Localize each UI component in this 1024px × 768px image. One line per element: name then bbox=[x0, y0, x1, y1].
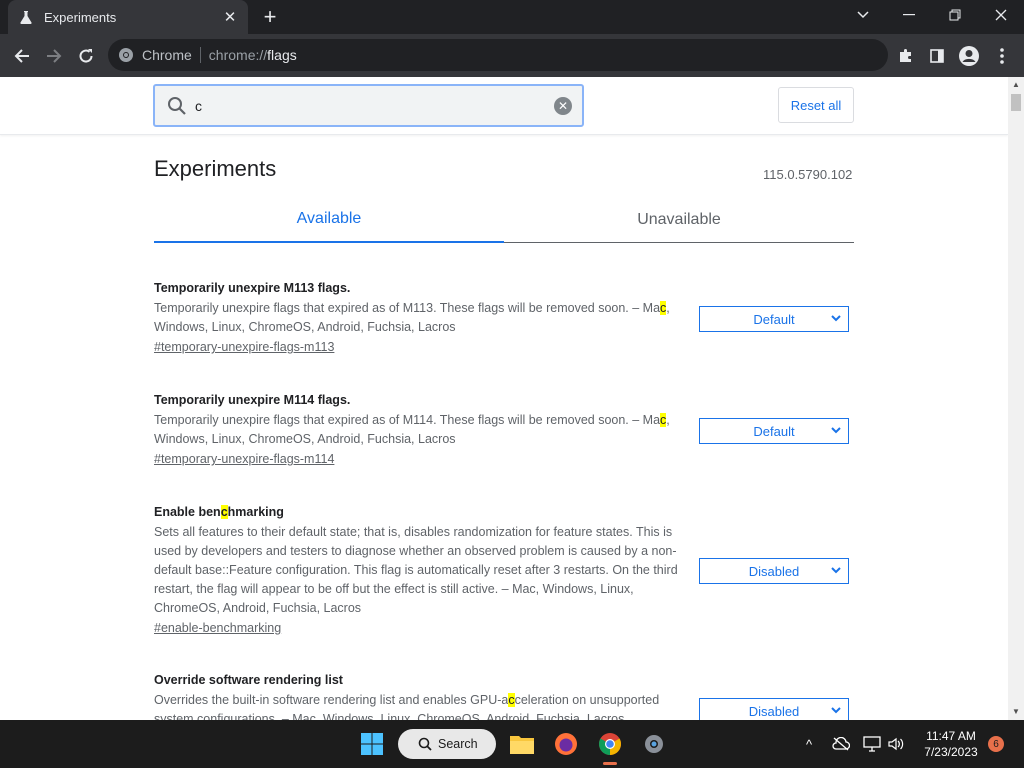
clear-search-icon[interactable]: ✕ bbox=[554, 96, 572, 115]
browser-tab[interactable]: Experiments ✕ bbox=[8, 0, 248, 34]
clock-date: 7/23/2023 bbox=[924, 745, 978, 759]
search-highlight: c bbox=[220, 505, 228, 519]
scroll-up-icon[interactable]: ▲ bbox=[1011, 80, 1021, 90]
chevron-down-icon bbox=[831, 427, 841, 434]
flag-select[interactable]: Disabled bbox=[699, 558, 849, 584]
reload-button[interactable] bbox=[72, 42, 100, 70]
file-explorer-icon[interactable] bbox=[506, 728, 538, 760]
address-bar[interactable]: Chrome chrome://flags bbox=[108, 39, 888, 71]
scroll-down-icon[interactable]: ▼ bbox=[1011, 707, 1021, 717]
taskbar-clock[interactable]: 11:47 AM 7/23/2023 bbox=[916, 728, 986, 760]
flask-icon bbox=[18, 9, 34, 25]
flag-link[interactable]: #temporary-unexpire-flags-m113 bbox=[154, 340, 334, 354]
flag-description: Sets all features to their default state… bbox=[154, 525, 678, 615]
notification-badge[interactable]: 6 bbox=[988, 736, 1004, 752]
url-scheme: chrome:// bbox=[208, 47, 268, 63]
close-window-button[interactable] bbox=[978, 0, 1024, 30]
active-app-indicator bbox=[603, 762, 617, 765]
new-tab-button[interactable]: + bbox=[258, 4, 282, 29]
back-button[interactable] bbox=[8, 42, 36, 70]
extensions-puzzle-icon[interactable] bbox=[892, 42, 920, 70]
flag-description: Overrides the built-in software renderin… bbox=[154, 693, 660, 720]
restore-button[interactable] bbox=[932, 0, 978, 30]
reset-all-button[interactable]: Reset all bbox=[778, 87, 854, 123]
flag-select[interactable]: Disabled bbox=[699, 698, 849, 720]
volume-icon[interactable] bbox=[886, 734, 906, 754]
chrome-taskbar-icon[interactable] bbox=[594, 728, 626, 765]
flag-description: Temporarily unexpire flags that expired … bbox=[154, 413, 670, 446]
network-icon[interactable] bbox=[862, 734, 882, 754]
tab-available[interactable]: Available bbox=[154, 197, 504, 243]
scrollbar-thumb[interactable] bbox=[1011, 94, 1021, 111]
flag-description: Temporarily unexpire flags that expired … bbox=[154, 301, 670, 334]
minimize-button[interactable] bbox=[886, 0, 932, 30]
forward-button[interactable] bbox=[40, 42, 68, 70]
omnibox-divider bbox=[199, 47, 201, 63]
tab-search-button[interactable] bbox=[840, 0, 886, 30]
flag-name: Override software rendering list bbox=[154, 673, 343, 687]
flag-select[interactable]: Default bbox=[699, 418, 849, 444]
close-tab-icon[interactable]: ✕ bbox=[222, 9, 238, 26]
flag-name: Enable benchmarking bbox=[154, 505, 284, 519]
search-value: c bbox=[195, 97, 202, 114]
menu-kebab-icon[interactable] bbox=[988, 42, 1016, 70]
search-input[interactable]: c ✕ bbox=[153, 84, 584, 127]
chevron-down-icon bbox=[831, 707, 841, 714]
tab-title: Experiments bbox=[44, 9, 117, 25]
flag-link[interactable]: #enable-benchmarking bbox=[154, 621, 281, 635]
search-icon bbox=[168, 96, 186, 115]
page-scrollbar[interactable]: ▲ ▼ bbox=[1008, 77, 1024, 720]
url-host: flags bbox=[267, 47, 297, 63]
firefox-icon[interactable] bbox=[550, 728, 582, 760]
flags-header: c ✕ Reset all bbox=[0, 77, 1008, 135]
flag-select[interactable]: Default bbox=[699, 306, 849, 332]
clock-time: 11:47 AM bbox=[926, 729, 976, 743]
taskbar-search[interactable]: Search bbox=[398, 729, 496, 759]
windows-start-icon[interactable] bbox=[356, 728, 388, 760]
search-icon bbox=[418, 737, 432, 751]
chevron-down-icon bbox=[831, 567, 841, 574]
title-bar: Experiments ✕ + bbox=[0, 0, 1024, 34]
chrome-logo-icon bbox=[118, 47, 134, 63]
flags-tabs: Available Unavailable bbox=[154, 197, 854, 243]
version-label: 115.0.5790.102 bbox=[763, 167, 853, 182]
cloud-offline-icon[interactable] bbox=[831, 734, 851, 754]
side-panel-icon[interactable] bbox=[923, 42, 951, 70]
page-content: c ✕ Reset all Experiments 115.0.5790.102… bbox=[0, 77, 1008, 720]
flag-name: Temporarily unexpire M114 flags. bbox=[154, 393, 351, 407]
chevron-up-icon[interactable]: ^ bbox=[799, 734, 819, 754]
flag-link[interactable]: #temporary-unexpire-flags-m114 bbox=[154, 452, 334, 466]
taskbar: Search ^ 11:47 AM 7/23/2023 6 bbox=[0, 720, 1024, 768]
chevron-down-icon bbox=[831, 315, 841, 322]
settings-gear-icon[interactable] bbox=[638, 728, 670, 760]
profile-avatar-icon[interactable] bbox=[955, 42, 983, 70]
page-title: Experiments bbox=[154, 156, 277, 181]
flag-name: Temporarily unexpire M113 flags. bbox=[154, 281, 351, 295]
tab-unavailable[interactable]: Unavailable bbox=[504, 197, 854, 243]
site-label: Chrome bbox=[142, 47, 192, 63]
